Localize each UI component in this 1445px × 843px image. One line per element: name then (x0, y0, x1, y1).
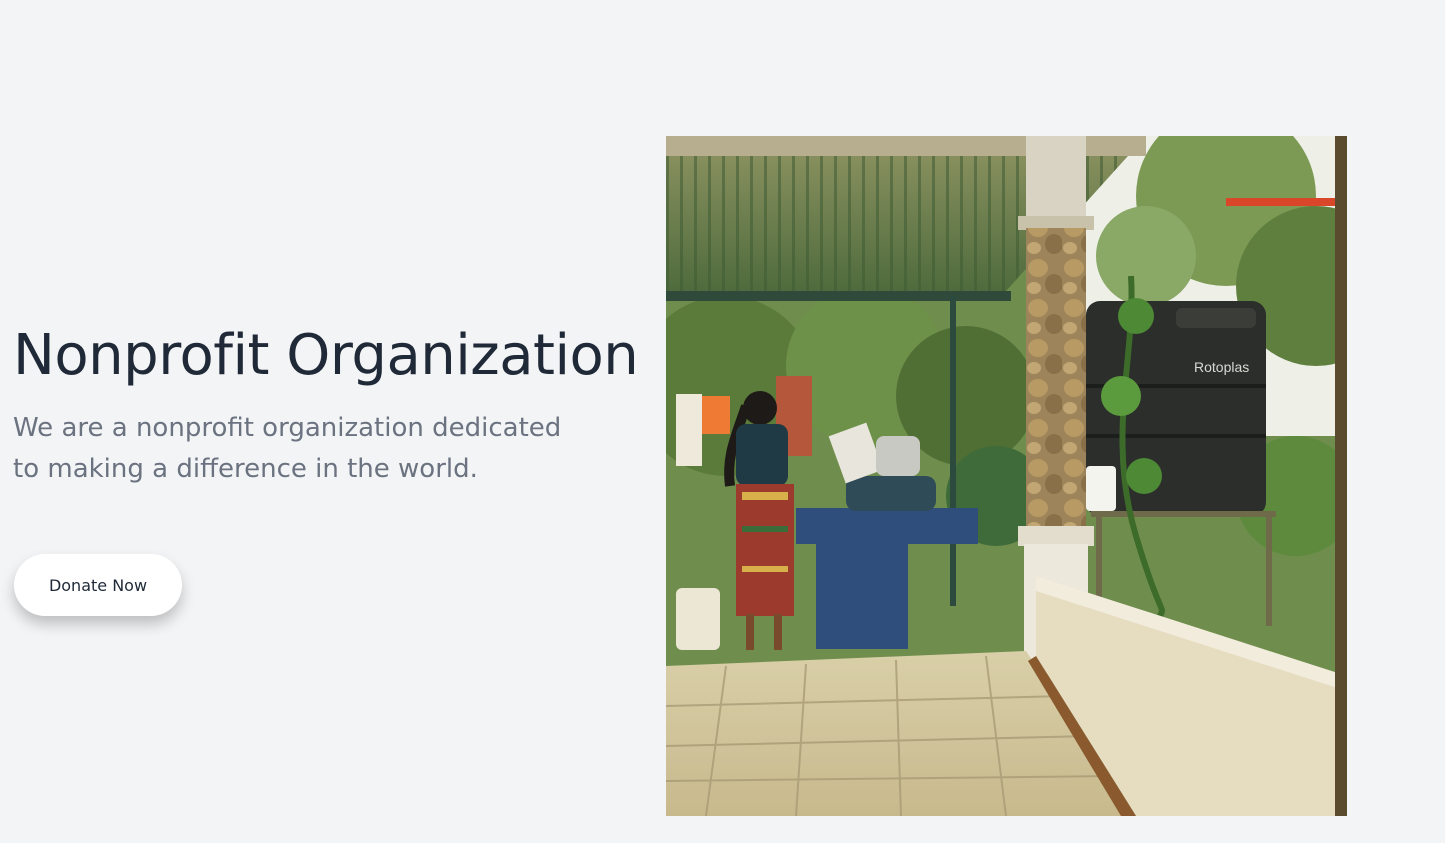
hero-subtitle: We are a nonprofit organization dedicate… (13, 413, 562, 484)
donate-button[interactable]: Donate Now (14, 554, 182, 616)
hero-image: Rotoplas (666, 136, 1347, 816)
tank-brand-label: Rotoplas (1194, 359, 1249, 375)
hero-section: Nonprofit Organization We are a nonprofi… (0, 0, 1445, 843)
hero-photo-illustration: Rotoplas (666, 136, 1347, 816)
hero-text-block: Nonprofit Organization We are a nonprofi… (13, 318, 639, 490)
hero-title: Nonprofit Organization (13, 323, 639, 388)
